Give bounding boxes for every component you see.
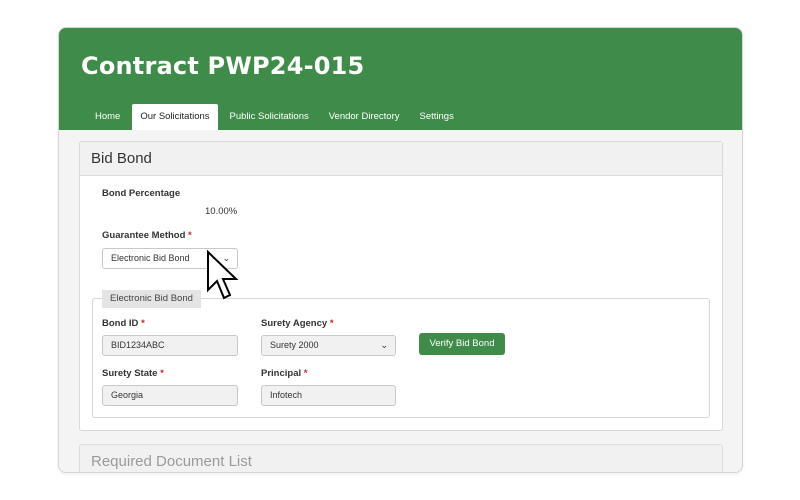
bond-id-label-text: Bond ID [102, 318, 139, 329]
principal-input[interactable]: Infotech [261, 385, 396, 406]
tab-our-solicitations[interactable]: Our Solicitations [132, 104, 218, 130]
tab-home[interactable]: Home [87, 104, 128, 130]
principal-label: Principal * [261, 368, 307, 379]
app-header: Contract PWP24-015 Home Our Solicitation… [59, 28, 742, 130]
required-marker: * [160, 368, 164, 379]
fieldset-legend: Electronic Bid Bond [102, 290, 201, 308]
guarantee-method-value: Electronic Bid Bond [111, 253, 190, 263]
surety-state-label-text: Surety State [102, 368, 158, 379]
tab-vendor-directory[interactable]: Vendor Directory [321, 104, 408, 130]
bond-percentage-value: 10.00% [205, 206, 238, 217]
principal-label-text: Principal [261, 368, 302, 379]
surety-agency-value: Surety 2000 [270, 340, 319, 350]
bid-bond-panel: Bid Bond Bond Percentage 10.00% Guarante… [79, 141, 723, 431]
bond-id-label: Bond ID * [102, 318, 145, 329]
bond-percentage-label: Bond Percentage [102, 188, 181, 199]
nav-tabs: Home Our Solicitations Public Solicitati… [87, 104, 466, 130]
chevron-down-icon: ⌄ [380, 340, 388, 350]
bond-id-input[interactable]: BID1234ABC [102, 335, 238, 356]
surety-state-input[interactable]: Georgia [102, 385, 238, 406]
surety-state-label: Surety State * [102, 368, 164, 379]
page-title: Contract PWP24-015 [81, 52, 365, 80]
surety-agency-label-text: Surety Agency [261, 318, 328, 329]
surety-agency-label: Surety Agency * [261, 318, 334, 329]
verify-bid-bond-button[interactable]: Verify Bid Bond [419, 333, 505, 355]
guarantee-method-label-text: Guarantee Method [102, 230, 186, 241]
required-marker: * [329, 318, 334, 329]
required-marker: * [303, 368, 308, 379]
surety-agency-select[interactable]: Surety 2000 ⌄ [261, 335, 396, 356]
required-documents-title: Required Document List [80, 445, 722, 472]
tab-public-solicitations[interactable]: Public Solicitations [222, 104, 317, 130]
tab-settings[interactable]: Settings [412, 104, 462, 130]
required-marker: * [188, 230, 192, 241]
bid-bond-title: Bid Bond [80, 142, 722, 176]
app-window: Contract PWP24-015 Home Our Solicitation… [58, 27, 743, 473]
required-documents-panel: Required Document List [79, 444, 723, 472]
required-marker: * [141, 318, 145, 329]
guarantee-method-label: Guarantee Method * [102, 230, 192, 241]
pointer-cursor-icon [207, 250, 239, 300]
